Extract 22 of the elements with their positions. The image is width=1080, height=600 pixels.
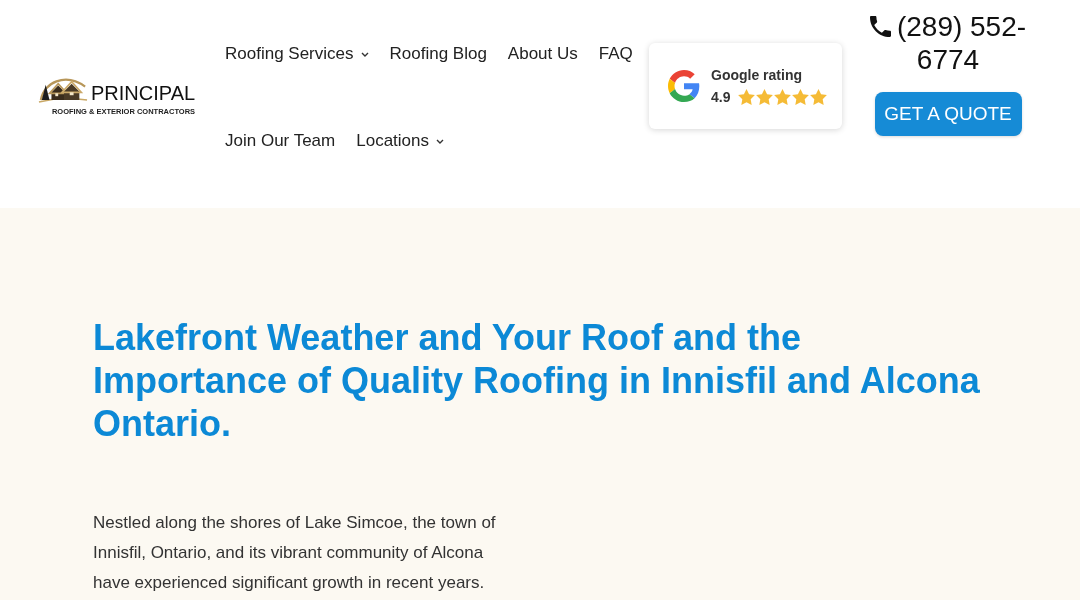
star-icon: [810, 89, 828, 105]
star-icon: [792, 89, 810, 105]
star-icon: [774, 89, 792, 105]
phone-icon: [869, 16, 891, 37]
nav-link[interactable]: About Us: [507, 42, 578, 66]
nav-link[interactable]: Locations: [356, 129, 444, 153]
nav-link[interactable]: Join Our Team: [225, 129, 336, 153]
nav-link[interactable]: Roofing Services: [225, 42, 369, 66]
g-logo-icon: [668, 70, 700, 102]
chevron-down-icon: [360, 51, 369, 57]
nav-link[interactable]: Roofing Blog: [389, 42, 487, 66]
phone-link[interactable]: (289) 552-6774: [866, 10, 1030, 76]
rating-title: Google rating: [711, 66, 803, 84]
star-icon: [756, 89, 774, 105]
logo-wordmark: PRINCIPAL: [91, 83, 196, 103]
rating-score: 4.9: [711, 88, 731, 106]
article-paragraph: Nestled along the shores of Lake Simcoe, the town of Innisfil, Ontario, and its vibrant community of Alcona have experienced significant growth in recent years.: [93, 512, 497, 594]
quote-button[interactable]: GET A QUOTE: [874, 92, 1022, 136]
star-icon: [738, 89, 756, 105]
nav-link[interactable]: FAQ: [598, 42, 633, 66]
chevron-down-icon: [436, 138, 444, 144]
article-title: Lakefront Weather and Your Roof and the Importance of Quality Roofing in Innisfil and Alcona Ontario.: [93, 316, 981, 445]
